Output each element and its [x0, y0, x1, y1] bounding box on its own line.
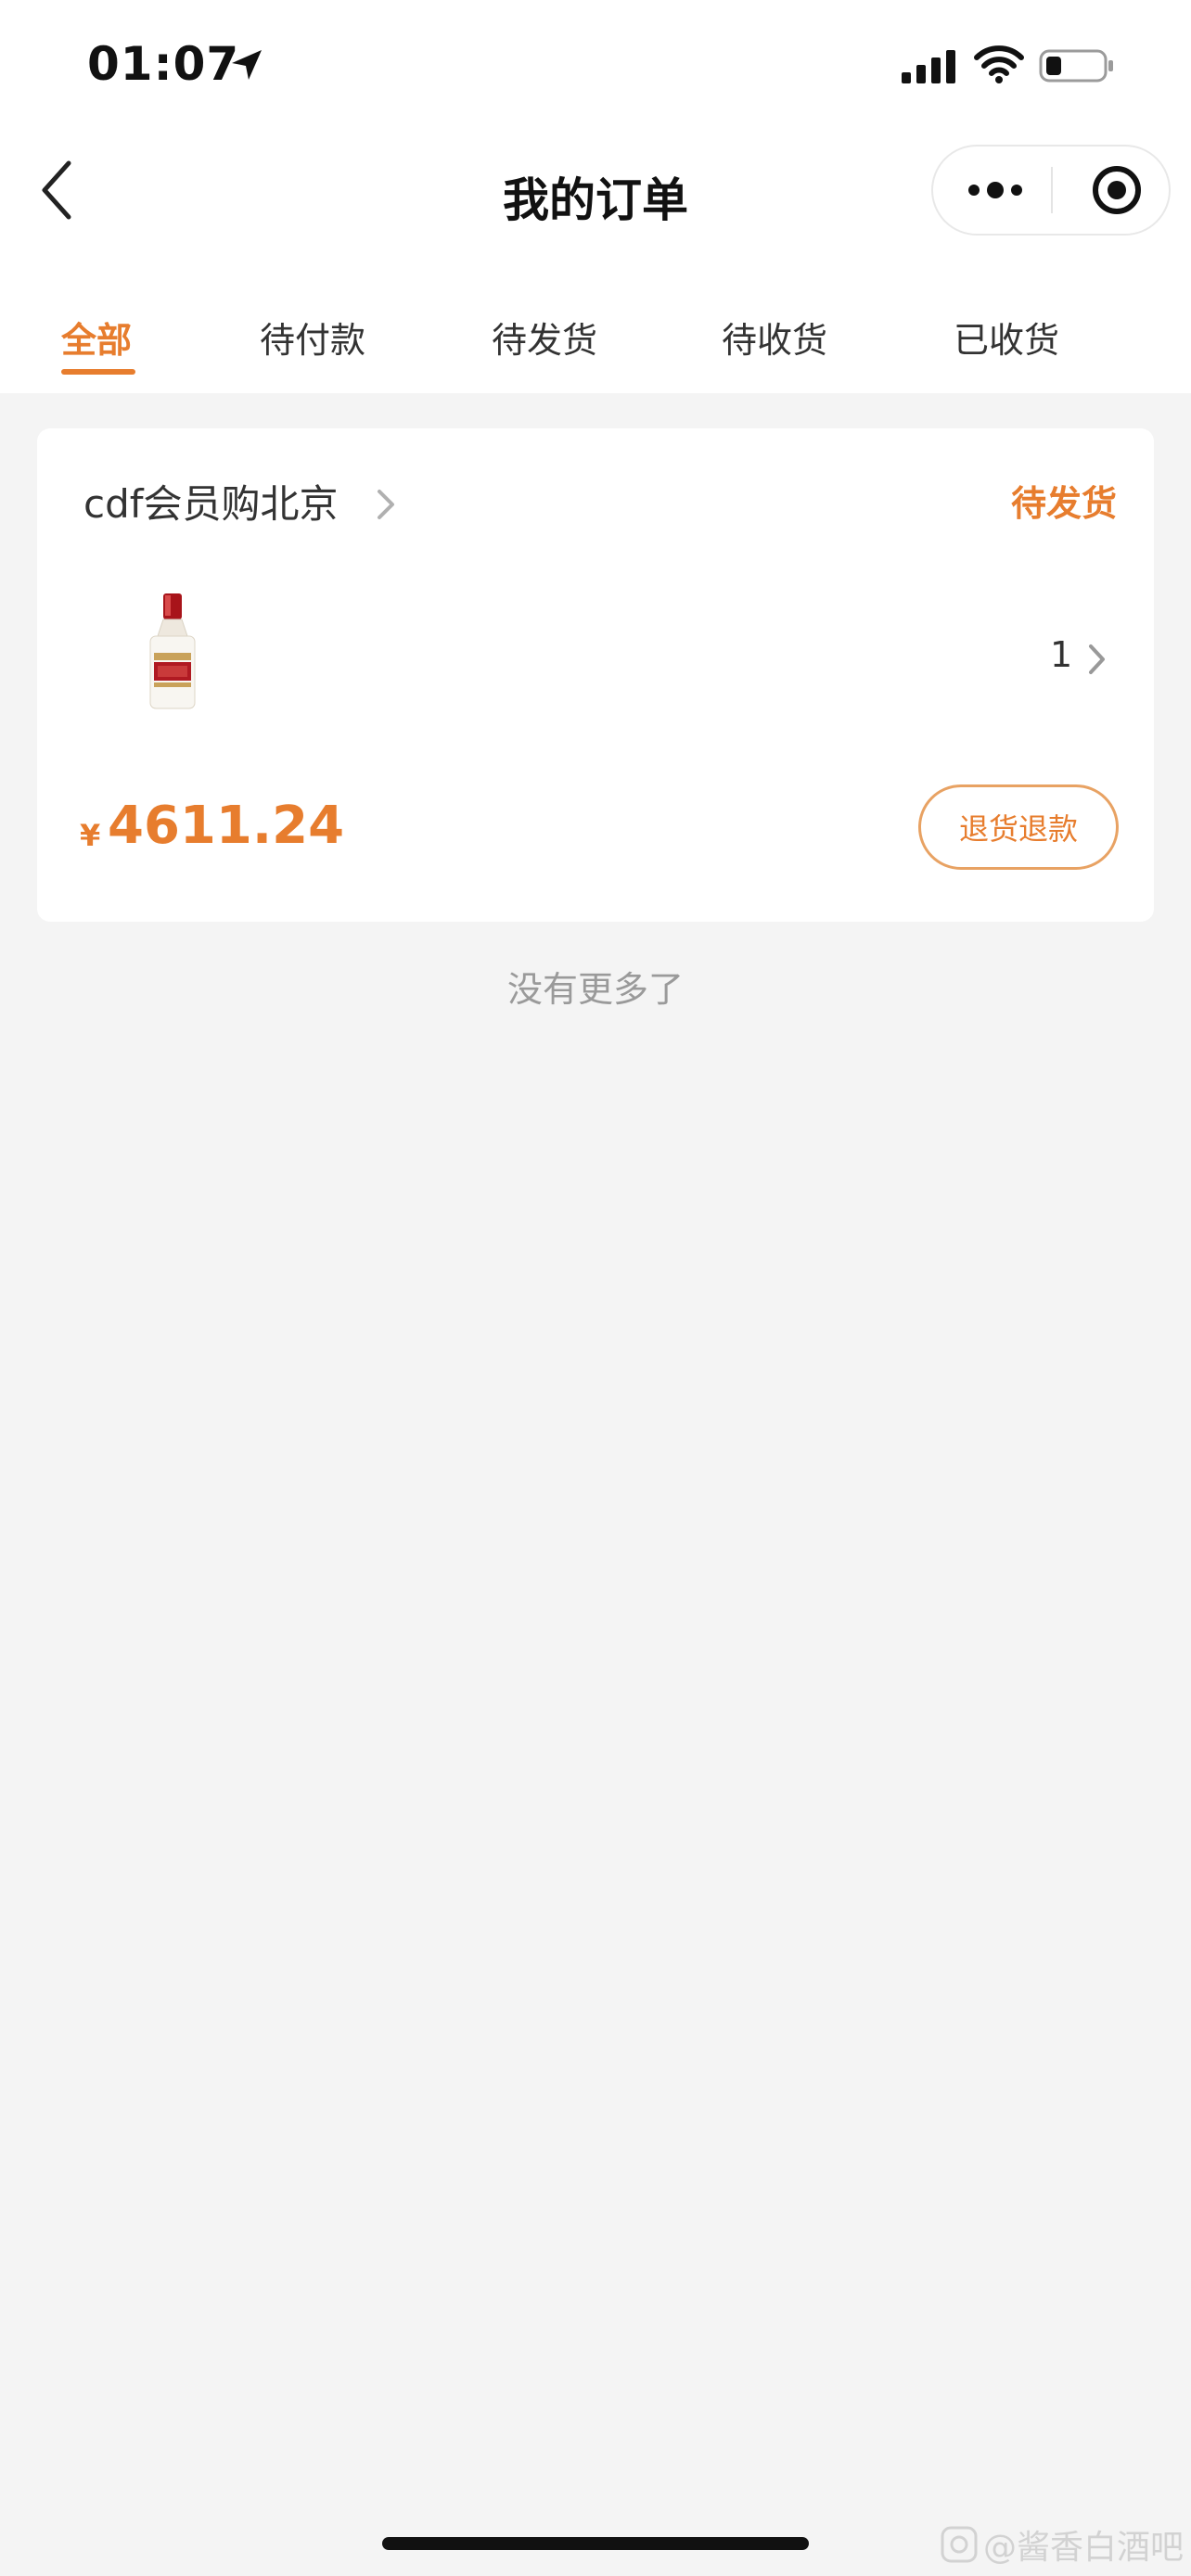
- status-time: 01:07: [87, 37, 240, 91]
- watermark: @酱香白酒吧: [941, 2520, 1184, 2569]
- header-area: 01:07 我的订单 全部 待付款 待发货 待收货 已收货: [0, 0, 1191, 393]
- more-options-icon[interactable]: [933, 147, 1052, 234]
- product-image-liquor-bottle[interactable]: [126, 592, 219, 712]
- weibo-logo-icon: [941, 2526, 978, 2563]
- battery-icon: [1039, 49, 1113, 83]
- tab-all[interactable]: 全部: [61, 312, 132, 363]
- tab-pending-shipment[interactable]: 待发货: [492, 312, 597, 363]
- home-indicator: [382, 2537, 809, 2550]
- chevron-right-icon[interactable]: [1085, 640, 1109, 679]
- chevron-right-icon[interactable]: [373, 484, 399, 525]
- tab-pending-receipt[interactable]: 待收货: [722, 312, 827, 363]
- return-refund-button[interactable]: 退货退款: [918, 784, 1119, 870]
- order-status-badge: 待发货: [1010, 483, 1117, 524]
- order-total-price: 4611.24: [108, 796, 345, 856]
- store-name[interactable]: cdf会员购北京: [83, 473, 339, 529]
- currency-symbol: ¥: [80, 818, 101, 853]
- tab-received[interactable]: 已收货: [954, 312, 1059, 363]
- watermark-text: @酱香白酒吧: [983, 2529, 1185, 2567]
- tab-pending-payment[interactable]: 待付款: [260, 312, 365, 363]
- wifi-icon: [974, 45, 1024, 83]
- list-end-message: 没有更多了: [506, 969, 684, 1010]
- capsule-divider: [1051, 167, 1053, 213]
- order-card[interactable]: cdf会员购北京 待发货 1 ¥ 4611.24 退货退款: [37, 428, 1154, 922]
- product-quantity: 1: [1050, 634, 1073, 675]
- miniprogram-capsule: [931, 145, 1171, 236]
- cellular-signal-icon: [902, 50, 955, 83]
- location-arrow-icon: [232, 50, 262, 80]
- close-miniprogram-icon[interactable]: [1054, 147, 1169, 234]
- active-tab-indicator: [61, 369, 135, 375]
